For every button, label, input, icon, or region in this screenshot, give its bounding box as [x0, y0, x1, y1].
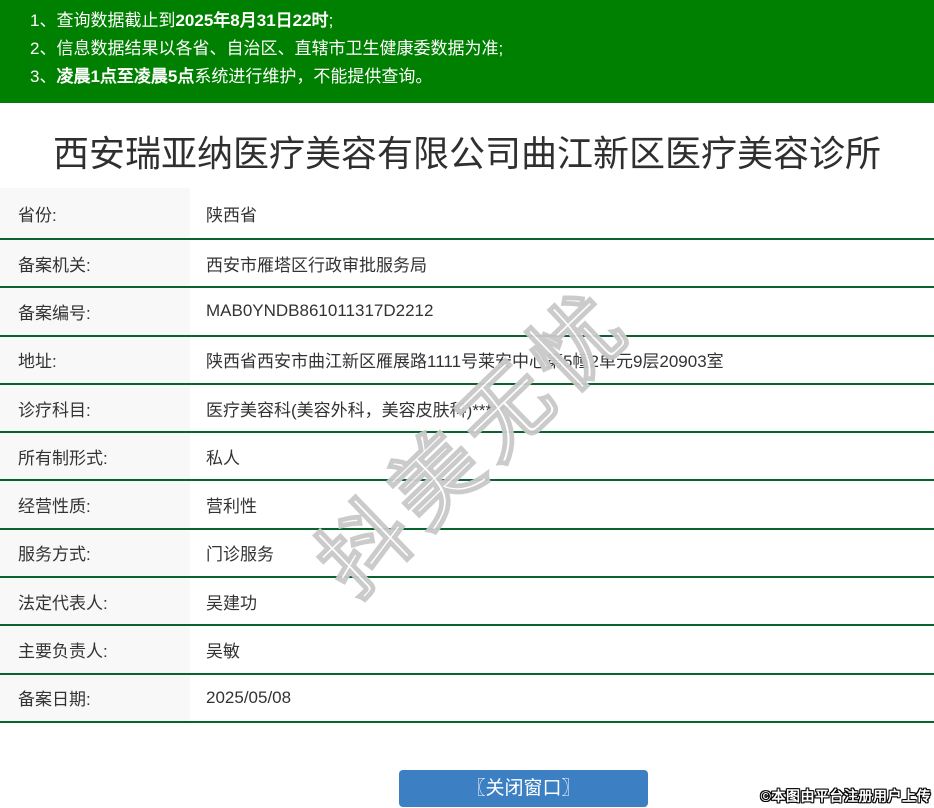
row-label: 备案日期: — [0, 674, 190, 721]
table-row-filing-number: 备案编号: MAB0YNDB861011317D2212 — [0, 288, 934, 337]
table-row-address: 地址: 陕西省西安市曲江新区雁展路1111号莱安中心第5幢2单元9层20903室 — [0, 336, 934, 385]
institution-info-table: 省份: 陕西省 备案机关: 西安市雁塔区行政审批服务局 备案编号: MAB0YN… — [0, 188, 934, 723]
notice-1-suffix: ; — [328, 11, 334, 30]
close-window-button[interactable]: 〖关闭窗口〗 — [399, 770, 648, 807]
row-label: 经营性质: — [0, 481, 190, 528]
row-label: 诊疗科目: — [0, 384, 190, 432]
photo-credit-note: ©本图由平台注册用户上传 — [760, 788, 931, 804]
page: 1、查询数据截止到2025年8月31日22时; 2、信息数据结果以各省、自治区、… — [0, 0, 934, 808]
row-value: 吴建功 — [206, 593, 257, 613]
notice-banner: 1、查询数据截止到2025年8月31日22时; 2、信息数据结果以各省、自治区、… — [0, 0, 934, 103]
row-value: 陕西省西安市曲江新区雁展路1111号莱安中心第5幢2单元9层20903室 — [206, 352, 724, 372]
table-row-service-mode: 服务方式: 门诊服务 — [0, 529, 934, 579]
notice-line-1: 1、查询数据截止到2025年8月31日22时; — [30, 7, 924, 35]
row-label: 法定代表人: — [0, 578, 190, 625]
row-label: 地址: — [0, 336, 190, 383]
page-title: 西安瑞亚纳医疗美容有限公司曲江新区医疗美容诊所 — [52, 133, 881, 174]
table-row-province: 省份: 陕西省 — [0, 188, 934, 240]
row-label: 主要负责人: — [0, 626, 190, 673]
notice-3-text: 3、 — [30, 67, 57, 86]
notice-3-suffix: 系统进行维护，不能提供查询。 — [194, 67, 433, 86]
row-value: 医疗美容科(美容外科，美容皮肤科)****** — [206, 400, 513, 420]
row-label: 备案机关: — [0, 240, 190, 287]
row-value: 私人 — [206, 448, 240, 468]
notice-1-bold: 2025年8月31日22时 — [175, 11, 329, 30]
table-row-legal-representative: 法定代表人: 吴建功 — [0, 578, 934, 627]
row-value: MAB0YNDB861011317D2212 — [206, 301, 434, 321]
table-row-treatment-subjects: 诊疗科目: 医疗美容科(美容外科，美容皮肤科)****** — [0, 384, 934, 434]
table-row-filing-date: 备案日期: 2025/05/08 — [0, 674, 934, 723]
notice-2-text: 2、信息数据结果以各省、自治区、直辖市卫生健康委数据为准; — [30, 39, 504, 58]
row-label: 服务方式: — [0, 529, 190, 577]
notice-1-text: 1、查询数据截止到 — [30, 11, 176, 30]
row-value: 陕西省 — [206, 205, 257, 225]
row-value: 营利性 — [206, 497, 257, 517]
row-value: 门诊服务 — [206, 545, 274, 565]
row-label: 所有制形式: — [0, 433, 190, 480]
row-label: 备案编号: — [0, 288, 190, 335]
row-value: 2025/05/08 — [206, 687, 292, 707]
row-value: 西安市雁塔区行政审批服务局 — [206, 255, 427, 275]
notice-line-3: 3、凌晨1点至凌晨5点系统进行维护，不能提供查询。 — [30, 63, 924, 91]
table-row-ownership-form: 所有制形式: 私人 — [0, 433, 934, 482]
notice-line-2: 2、信息数据结果以各省、自治区、直辖市卫生健康委数据为准; — [30, 35, 924, 63]
notice-3-bold: 凌晨1点至凌晨5点 — [56, 67, 195, 86]
row-value: 吴敏 — [206, 642, 240, 662]
table-row-business-nature: 经营性质: 营利性 — [0, 481, 934, 530]
table-row-filing-authority: 备案机关: 西安市雁塔区行政审批服务局 — [0, 240, 934, 289]
row-label: 省份: — [0, 188, 190, 238]
table-row-person-in-charge: 主要负责人: 吴敏 — [0, 626, 934, 675]
